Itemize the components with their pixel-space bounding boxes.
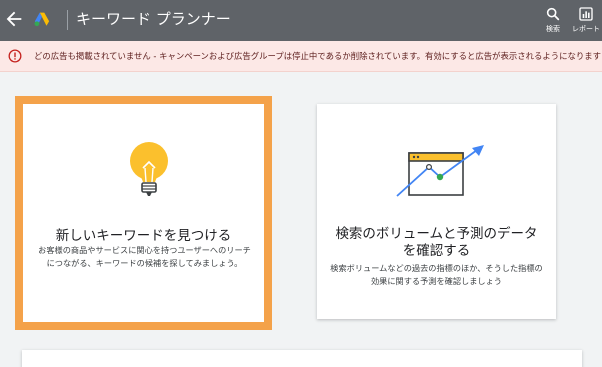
find-keywords-title: 新しいキーワードを見つける bbox=[55, 228, 232, 244]
find-new-keywords-card[interactable]: 新しいキーワードを見つける お客様の商品やサービスに関心を持つユーザーへのリーチ… bbox=[15, 96, 272, 330]
header-divider bbox=[67, 10, 68, 30]
lightbulb-icon bbox=[130, 142, 168, 196]
search-icon bbox=[546, 7, 560, 21]
report-tool-button[interactable]: レポート bbox=[570, 6, 602, 38]
search-tool-label: 検索 bbox=[546, 25, 560, 33]
bottom-panel bbox=[22, 350, 582, 367]
back-arrow-icon[interactable] bbox=[3, 8, 25, 30]
alert-message: どの広告も掲載されていません - キャンペーンおよび広告グループは停止中であるか… bbox=[34, 51, 601, 61]
report-chart-icon bbox=[579, 7, 593, 21]
report-tool-label: レポート bbox=[572, 25, 600, 33]
trend-chart-icon bbox=[396, 145, 484, 197]
status-alert-banner: どの広告も掲載されていません - キャンペーンおよび広告グループは停止中であるか… bbox=[0, 41, 602, 72]
page-title: キーワード プランナー bbox=[76, 10, 231, 28]
search-tool-button[interactable]: 検索 bbox=[533, 6, 573, 38]
volume-forecast-description: 検索ボリュームなどの過去の指標のほか、そうした指標の効果に関する予測を確認しまし… bbox=[330, 263, 543, 286]
error-icon bbox=[8, 49, 22, 63]
volume-forecast-title: 検索のボリュームと予測のデータを確認する bbox=[335, 226, 538, 259]
google-ads-logo-icon bbox=[34, 12, 50, 27]
find-keywords-description: お客様の商品やサービスに関心を持つユーザーへのリーチにつながる、キーワードの候補… bbox=[38, 245, 251, 268]
search-volume-forecast-card[interactable]: 検索のボリュームと予測のデータを確認する 検索ボリュームなどの過去の指標のほか、… bbox=[317, 104, 556, 319]
top-app-bar: キーワード プランナー 検索 レポート bbox=[0, 0, 602, 41]
